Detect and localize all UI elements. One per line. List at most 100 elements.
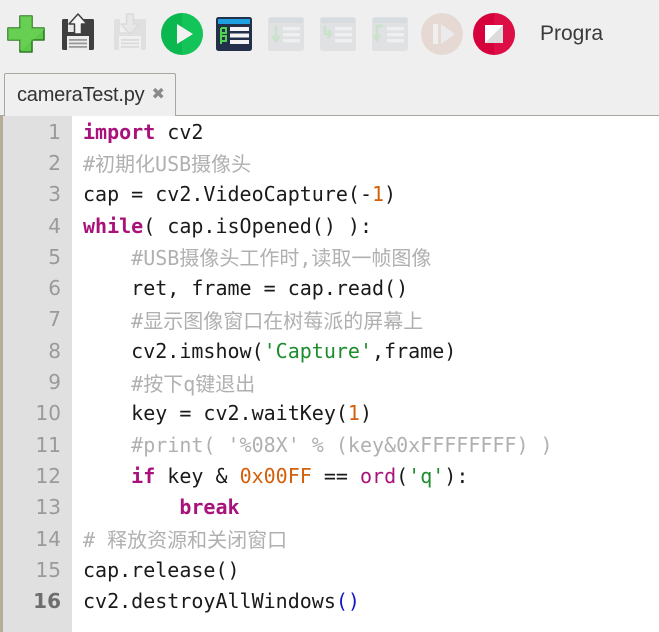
- code-line[interactable]: 10 key = cv2.waitKey(1): [3, 398, 659, 429]
- code-token: cv2.destroyAllWindows: [83, 589, 336, 614]
- line-number: 15: [35, 557, 61, 582]
- code-token: import: [83, 119, 156, 144]
- code-token: 0x00FF: [239, 463, 312, 488]
- line-number: 1: [48, 119, 61, 144]
- code-token: # 释放资源和关闭窗口: [83, 528, 288, 552]
- code-token: (): [335, 589, 360, 614]
- line-number: 7: [48, 307, 61, 332]
- step-into-arrow-icon: [264, 12, 308, 56]
- step-into-button[interactable]: [260, 4, 312, 64]
- line-number: 3: [48, 182, 61, 207]
- load-file-button[interactable]: [104, 4, 156, 64]
- code-token: #初期化USB摄像头: [83, 152, 252, 177]
- red-stop-icon: [471, 11, 517, 57]
- code-lines: 1 import cv2 2 #初期化USB摄像头 3 cap = cv2.VideoCa…: [3, 116, 659, 632]
- code-line[interactable]: 12 if key & 0x00FF == ord('q'):: [3, 460, 659, 491]
- code-text: # 释放资源和关闭窗口: [72, 524, 287, 553]
- program-label: Progra: [540, 22, 604, 45]
- code-line[interactable]: 8 cv2.imshow('Capture',frame): [3, 335, 659, 366]
- code-token: key &: [155, 463, 240, 488]
- line-number: 4: [48, 213, 61, 238]
- code-token: while: [83, 213, 144, 238]
- code-text: cap.release(): [72, 558, 240, 582]
- code-line[interactable]: 14 # 释放资源和关闭窗口: [3, 523, 659, 554]
- resume-button[interactable]: [416, 4, 468, 64]
- code-token: cv2.imshow(: [83, 338, 264, 363]
- debug-button[interactable]: [208, 4, 260, 64]
- line-number: 14: [35, 526, 61, 551]
- debug-window-icon: [212, 12, 256, 56]
- code-text: cv2.imshow('Capture',frame): [72, 339, 456, 363]
- code-token: 'q': [408, 463, 445, 488]
- code-token: #按下q键退出: [83, 371, 256, 396]
- new-file-button[interactable]: [0, 4, 52, 64]
- code-line[interactable]: 15 cap.release(): [3, 554, 659, 585]
- step-out-arrow-icon: [368, 12, 412, 56]
- code-line[interactable]: 2 #初期化USB摄像头: [3, 147, 659, 178]
- line-number: 6: [48, 276, 61, 301]
- code-line[interactable]: 13 break: [3, 492, 659, 523]
- run-button[interactable]: [156, 4, 208, 64]
- tab-bar: cameraTest.py ✖: [0, 68, 659, 116]
- stop-button[interactable]: [468, 4, 520, 64]
- resume-play-icon: [419, 11, 465, 57]
- green-plus-icon: [4, 12, 48, 56]
- code-text: #按下q键退出: [72, 368, 255, 397]
- code-token: ):: [444, 463, 469, 488]
- code-token: ,frame): [372, 338, 457, 363]
- code-token: #print( '%08X' % (key&0xFFFFFFFF) ): [83, 432, 553, 457]
- code-text: #初期化USB摄像头: [72, 148, 251, 177]
- code-text: if key & 0x00FF == ord('q'):: [72, 464, 468, 488]
- line-number: 9: [48, 370, 61, 395]
- step-over-arrow-icon: [316, 12, 360, 56]
- code-line[interactable]: 5 #USB摄像头工作时,读取一帧图像: [3, 241, 659, 272]
- code-token: key = cv2.waitKey(: [83, 401, 348, 426]
- step-out-button[interactable]: [364, 4, 416, 64]
- code-line[interactable]: 3 cap = cv2.VideoCapture(-1): [3, 179, 659, 210]
- code-token: ( cap.isOpened() ):: [143, 213, 372, 238]
- code-line[interactable]: 11 #print( '%08X' % (key&0xFFFFFFFF) ): [3, 429, 659, 460]
- code-token: 1: [347, 401, 360, 426]
- code-text: #print( '%08X' % (key&0xFFFFFFFF) ): [72, 432, 553, 457]
- line-number: 11: [35, 432, 61, 457]
- floppy-save-icon: [56, 12, 100, 56]
- code-token: cap = cv2.VideoCapture(-: [83, 182, 372, 207]
- code-token: cap.release(): [83, 557, 240, 582]
- code-line[interactable]: 9 #按下q键退出: [3, 366, 659, 397]
- line-number: 2: [48, 150, 61, 175]
- code-token: 'Capture': [263, 338, 372, 363]
- step-over-button[interactable]: [312, 4, 364, 64]
- close-icon[interactable]: ✖: [151, 87, 164, 103]
- code-token: #USB摄像头工作时,读取一帧图像: [83, 246, 432, 271]
- tab-cameratest-py[interactable]: cameraTest.py ✖: [4, 73, 176, 116]
- code-line[interactable]: 6 ret, frame = cap.read(): [3, 272, 659, 303]
- floppy-load-icon: [108, 12, 152, 56]
- code-token: ): [384, 182, 397, 207]
- line-number: 5: [48, 244, 61, 269]
- line-number: 8: [48, 338, 61, 363]
- save-file-button[interactable]: [52, 4, 104, 64]
- code-token: 1: [371, 182, 385, 207]
- code-token: break: [179, 495, 240, 520]
- code-text: break: [72, 495, 240, 520]
- code-token: #显示图像窗口在树莓派的屏幕上: [83, 308, 424, 333]
- code-text: #显示图像窗口在树莓派的屏幕上: [72, 305, 423, 334]
- code-text: import cv2: [72, 120, 203, 144]
- code-token: (: [396, 463, 409, 488]
- code-line[interactable]: 7 #显示图像窗口在树莓派的屏幕上: [3, 304, 659, 335]
- code-token: ord: [359, 463, 397, 488]
- code-token: if: [131, 463, 156, 488]
- code-token: ==: [311, 463, 360, 488]
- code-token: ret, frame = cap.read(): [83, 276, 409, 301]
- code-line[interactable]: 4 while( cap.isOpened() ):: [3, 210, 659, 241]
- green-play-icon: [159, 11, 205, 57]
- code-text: cv2.destroyAllWindows(): [72, 589, 360, 613]
- code-line[interactable]: 16 cv2.destroyAllWindows(): [3, 585, 659, 616]
- code-text: while( cap.isOpened() ):: [72, 214, 372, 238]
- code-token: cv2: [155, 119, 204, 144]
- code-editor[interactable]: 1 import cv2 2 #初期化USB摄像头 3 cap = cv2.VideoCa…: [0, 116, 659, 632]
- code-line[interactable]: 1 import cv2: [3, 116, 659, 147]
- code-text: #USB摄像头工作时,读取一帧图像: [72, 242, 431, 271]
- line-number: 12: [35, 463, 61, 488]
